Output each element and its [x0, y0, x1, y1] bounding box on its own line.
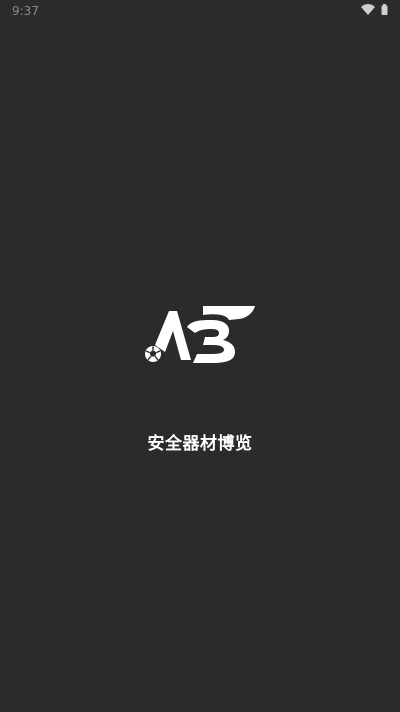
wifi-icon	[361, 4, 375, 15]
splash-screen: 9:37 安全器材博览	[0, 0, 400, 712]
soccer-ball-icon	[145, 346, 161, 362]
status-time: 9:37	[12, 4, 39, 18]
battery-icon	[381, 4, 388, 15]
status-icons	[361, 4, 388, 15]
app-name: 安全器材博览	[147, 434, 253, 454]
status-bar: 9:37	[0, 0, 400, 22]
app-logo	[143, 305, 255, 365]
ab-soccer-logo-icon	[145, 306, 255, 363]
